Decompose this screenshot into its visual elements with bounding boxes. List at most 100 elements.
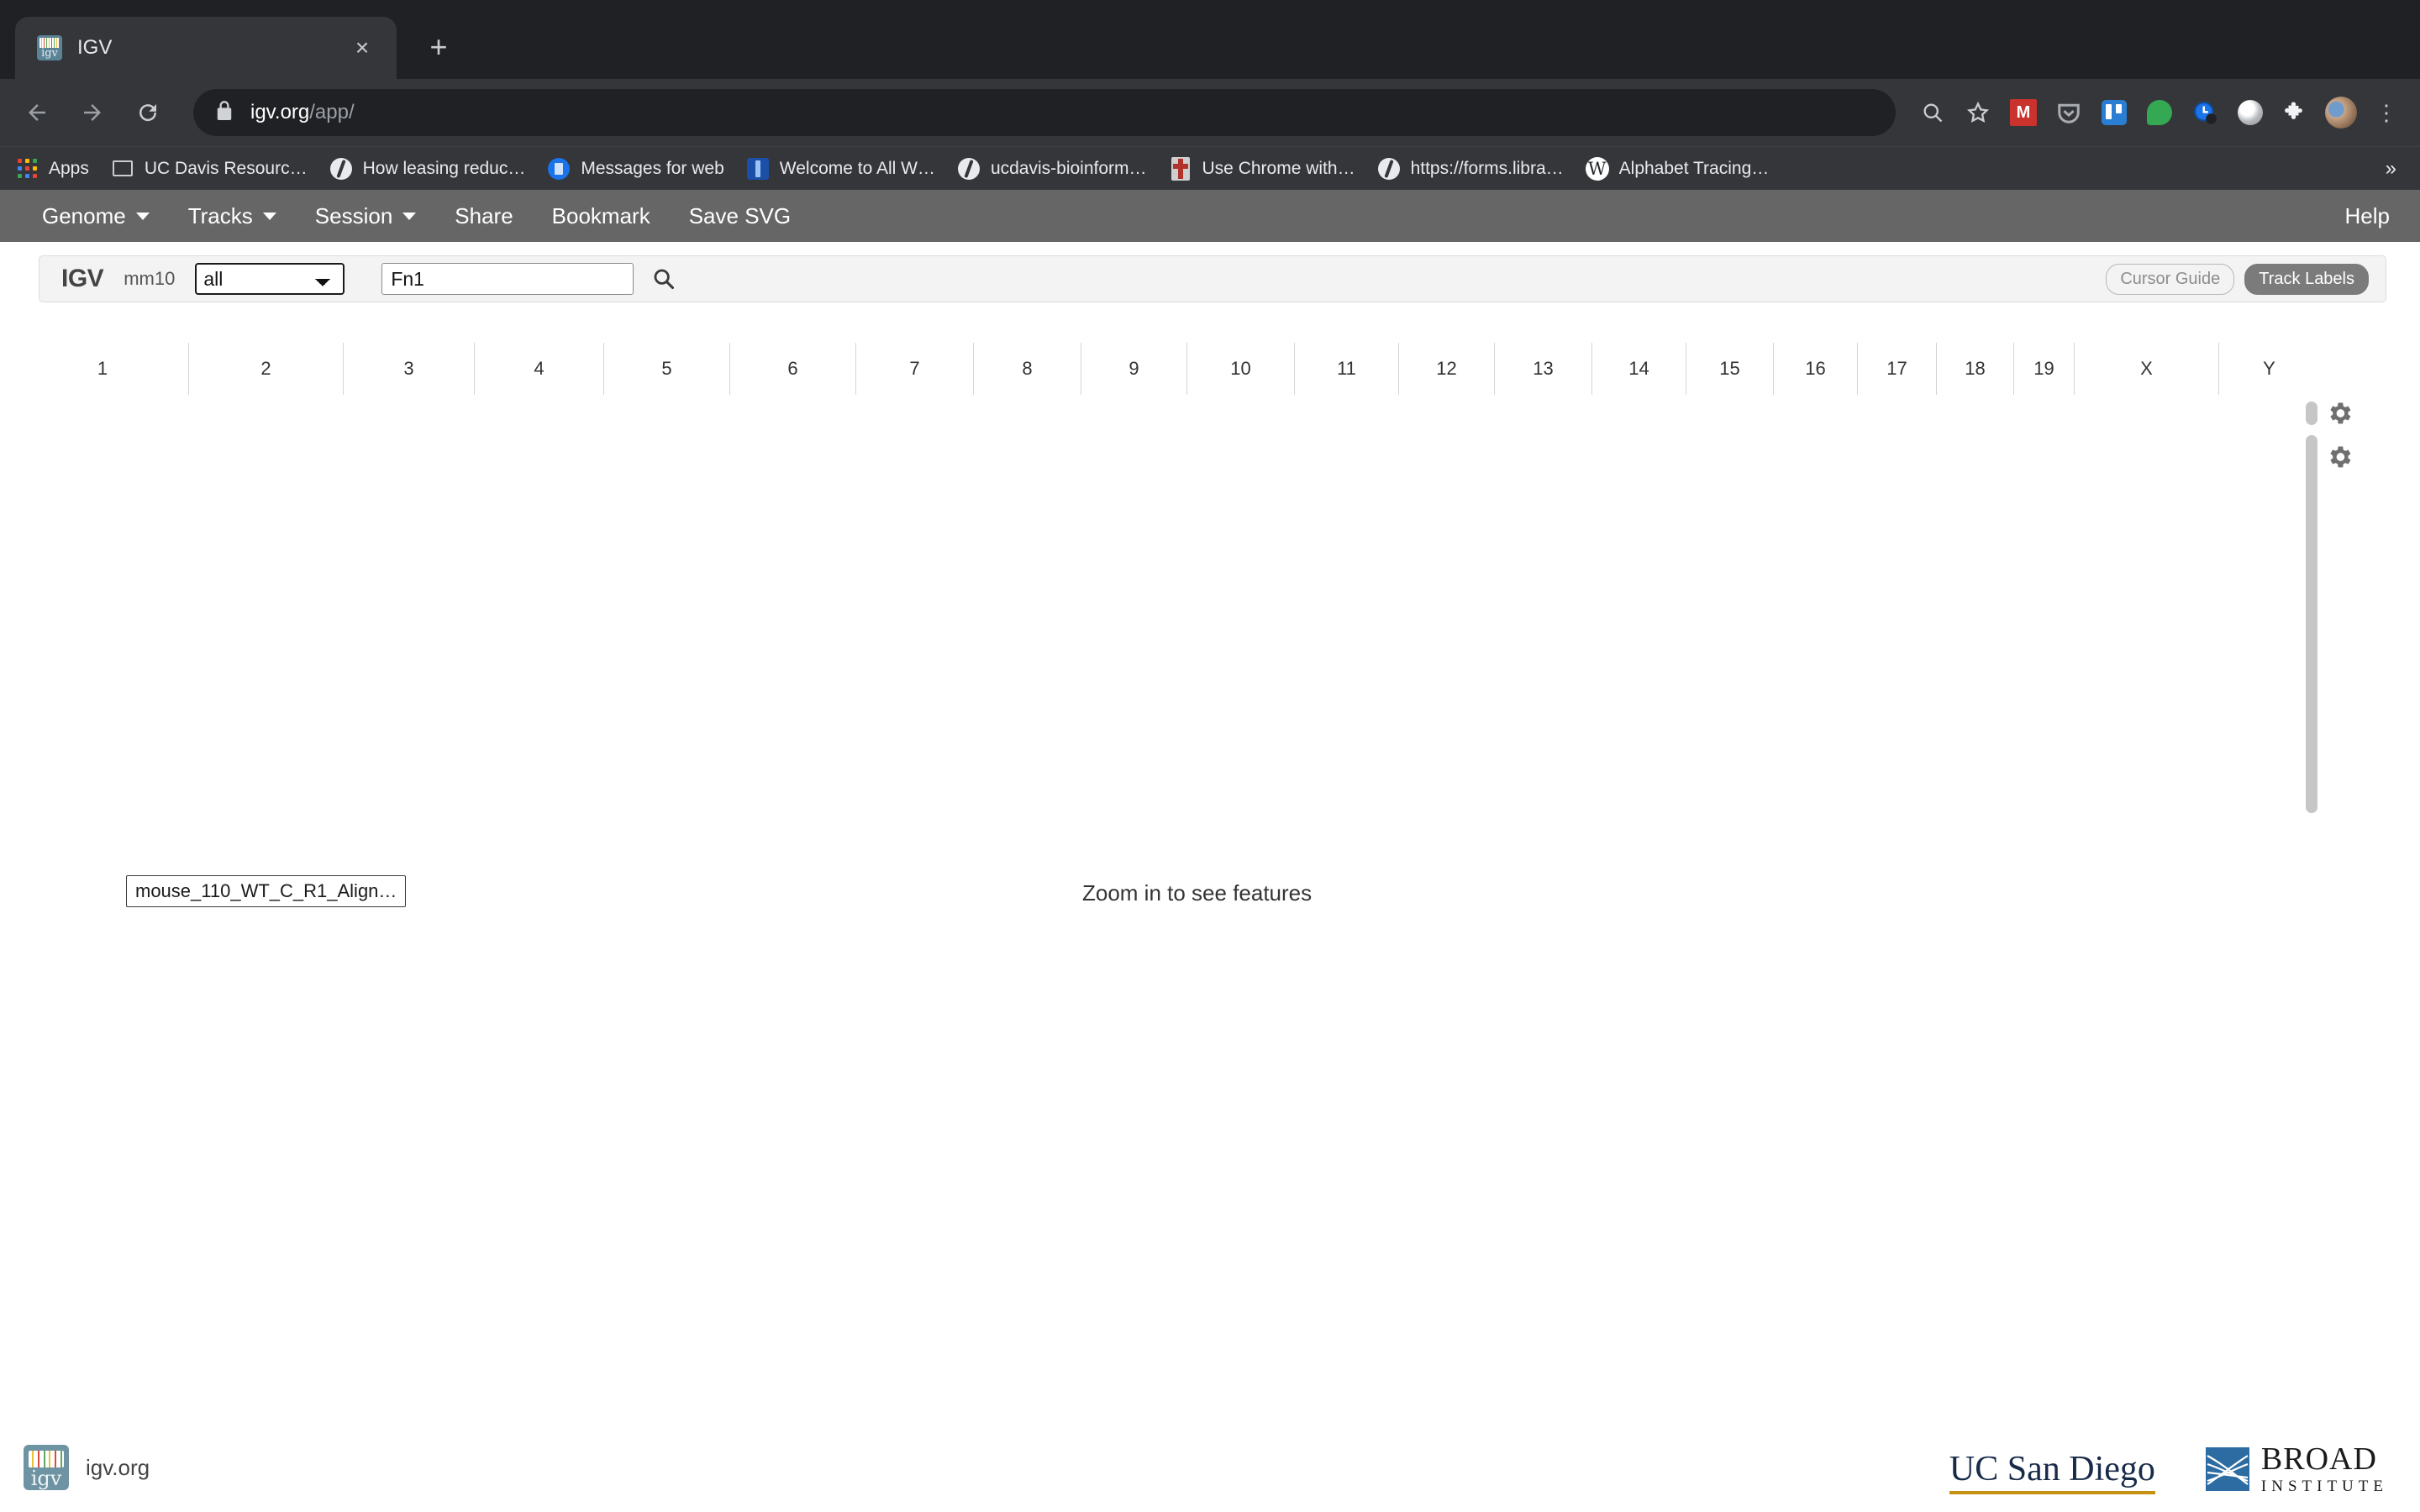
igv-site-link[interactable]: igv igv.org [24,1445,150,1490]
wordpress-icon: W [1585,156,1609,181]
chromosome-cell-12[interactable]: 12 [1398,343,1494,395]
bookmark-welcome-to-all-w[interactable]: Welcome to All W… [746,157,935,181]
globe-icon [329,157,353,181]
broad-institute-logo: BROAD INSTITUTE [2205,1441,2388,1495]
menu-item-genome[interactable]: Genome [42,203,150,229]
chromosome-cell-3[interactable]: 3 [343,343,474,395]
chromosome-cell-X[interactable]: X [2074,343,2218,395]
igv-menu-bar: Genome Tracks Session Share Bookmark Sav… [0,190,2420,242]
chromosome-label: 14 [1628,358,1649,379]
chromosome-label: 2 [260,358,271,379]
close-icon[interactable]: × [345,30,380,66]
bookmark-forms-library[interactable]: https://forms.libra… [1377,157,1564,181]
pocket-extension-icon[interactable] [2049,92,2089,133]
track-scrollbar-1[interactable] [2306,402,2317,425]
chromosome-ideogram-row[interactable]: 1 2 3 4 5 6 7 8 9 10 11 12 13 14 15 16 17 18 19 X Y [0,343,2420,395]
bookmark-ucdavis-bioinformatics[interactable]: ucdavis-bioinform… [957,157,1147,181]
chromosome-cell-15[interactable]: 15 [1686,343,1773,395]
control-bar-toggles: Cursor Guide Track Labels [2106,263,2374,295]
bookmark-label: UC Davis Resourc… [144,158,308,178]
chromosome-cell-5[interactable]: 5 [603,343,729,395]
chromosome-cell-18[interactable]: 18 [1936,343,2013,395]
igv-track-area: mouse_110_WT_C_R1_Align… Zoom in to see … [0,395,2420,1420]
menu-item-share[interactable]: Share [455,203,513,229]
chromosome-cell-16[interactable]: 16 [1773,343,1857,395]
broad-mark-icon [2205,1446,2249,1491]
chromosome-label: 9 [1128,358,1139,379]
cursor-guide-toggle[interactable]: Cursor Guide [2106,263,2235,295]
chrome-browser-window: igv IGV × + igv.org/app/ M ⋮ Apps UC Dav… [0,0,2420,1512]
track-labels-toggle[interactable]: Track Labels [2244,263,2369,295]
bookmark-label: Welcome to All W… [779,158,935,178]
chromosome-label: 11 [1337,358,1356,379]
puzzle-extensions-icon[interactable] [2275,92,2316,133]
mendeley-extension-icon[interactable]: M [2003,92,2044,133]
chromosome-cell-1[interactable]: 1 [17,343,188,395]
chrome-menu-icon[interactable]: ⋮ [2366,92,2407,133]
chromosome-cell-8[interactable]: 8 [973,343,1081,395]
menu-item-save-svg[interactable]: Save SVG [689,203,791,229]
tab-title: IGV [77,36,113,59]
bookmark-how-leasing-reduces[interactable]: How leasing reduc… [329,157,525,181]
folder-icon [111,157,134,181]
new-tab-button[interactable]: + [415,24,462,71]
locus-search-input[interactable] [381,263,634,295]
chromosome-cell-2[interactable]: 2 [188,343,343,395]
chromosome-select[interactable]: all12345678910111213141516171819XY [195,263,345,295]
menu-item-bookmark[interactable]: Bookmark [552,203,650,229]
bookmarks-overflow-icon[interactable]: » [2386,157,2405,181]
chromosome-cell-9[interactable]: 9 [1081,343,1186,395]
track-scrollbar-2[interactable] [2306,435,2317,813]
reload-icon[interactable] [124,89,171,136]
bookmark-label: Use Chrome with… [1202,158,1355,178]
bookmark-label: https://forms.libra… [1410,158,1564,178]
chromosome-label: 19 [2033,358,2054,379]
menu-label: Session [314,202,393,228]
bookmark-alphabet-tracing[interactable]: W Alphabet Tracing… [1585,156,1770,181]
trello-extension-icon[interactable] [2094,92,2134,133]
broad-logo-line2: INSTITUTE [2260,1478,2388,1495]
search-icon[interactable] [1912,92,1953,133]
menu-item-tracks[interactable]: Tracks [188,203,276,229]
bookmark-use-chrome-with[interactable]: Use Chrome with… [1169,156,1355,181]
chromosome-cell-11[interactable]: 11 [1294,343,1398,395]
profile-avatar[interactable] [2321,92,2361,133]
chromosome-cell-19[interactable]: 19 [2013,343,2074,395]
bookmark-messages-for-web[interactable]: Messages for web [547,157,724,181]
menu-item-help[interactable]: Help [2345,203,2390,229]
ucsd-logo: UC San Diego [1949,1451,2155,1494]
chromosome-cell-10[interactable]: 10 [1186,343,1294,395]
bookmark-label: Apps [49,158,89,178]
chromosome-cell-4[interactable]: 4 [474,343,603,395]
track-name-label[interactable]: mouse_110_WT_C_R1_Align… [126,875,407,907]
globe-icon [957,157,981,181]
back-arrow-icon[interactable] [13,89,60,136]
igv-footer: igv igv.org UC San Diego BROAD INSTITUTE [0,1420,2420,1512]
forward-arrow-icon[interactable] [69,89,116,136]
blue-square-icon [746,157,770,181]
chromosome-label: 5 [661,358,672,379]
chromosome-cell-7[interactable]: 7 [855,343,973,395]
gear-icon[interactable] [2324,442,2354,472]
address-bar[interactable]: igv.org/app/ [193,89,1896,136]
chevron-down-icon [262,212,276,220]
chromosome-cell-Y[interactable]: Y [2218,343,2319,395]
magnifier-icon[interactable] [652,267,676,291]
bookmark-apps[interactable]: Apps [15,157,89,181]
bookmark-label: Alphabet Tracing… [1618,158,1770,178]
chromosome-cell-14[interactable]: 14 [1591,343,1686,395]
time-extension-icon[interactable] [2185,92,2225,133]
chromosome-cell-13[interactable]: 13 [1494,343,1591,395]
browser-tab-igv[interactable]: igv IGV × [15,17,397,79]
menu-item-session[interactable]: Session [315,203,417,229]
grey-circle-extension-icon[interactable] [2230,92,2270,133]
gear-icon[interactable] [2324,398,2354,428]
chromosome-label: 10 [1230,358,1251,379]
chromosome-cell-6[interactable]: 6 [729,343,855,395]
chromosome-cell-17[interactable]: 17 [1857,343,1936,395]
bookmark-uc-davis-resources[interactable]: UC Davis Resourc… [111,157,308,181]
bookmark-star-icon[interactable] [1958,92,1998,133]
green-bubble-extension-icon[interactable] [2139,92,2180,133]
globe-icon [1377,157,1401,181]
broad-logo-line1: BROAD [2260,1441,2377,1477]
